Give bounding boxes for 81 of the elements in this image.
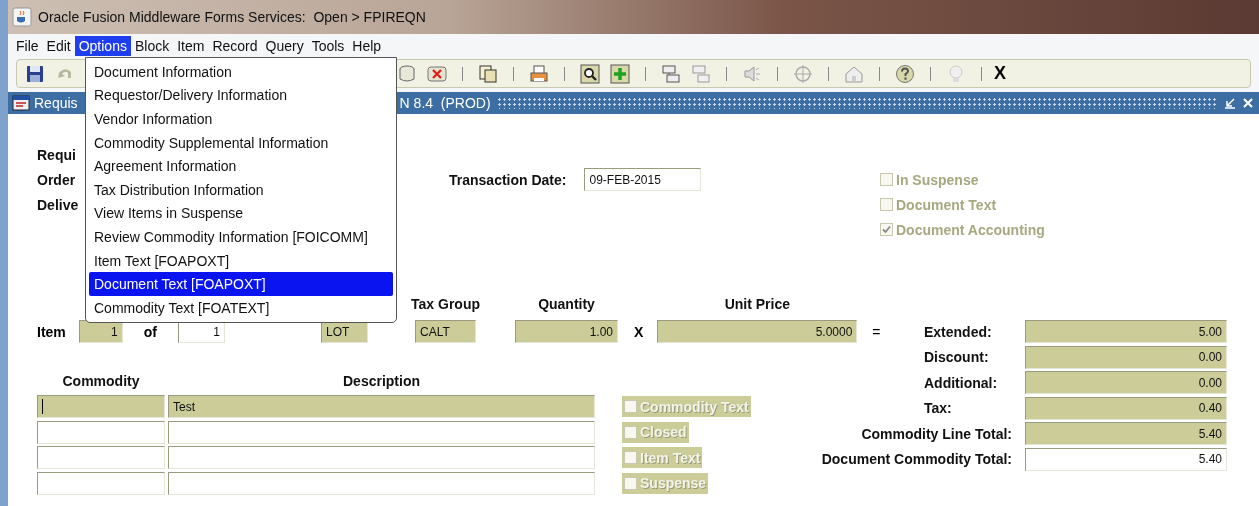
total-label: Tax:	[924, 399, 953, 418]
column-header: Tax Group	[411, 296, 480, 314]
total-field[interactable]: 0.00	[1025, 345, 1227, 369]
commodity-field[interactable]	[37, 420, 165, 444]
window-title: Oracle Fusion Middleware Forms Services: Open > FPIREQN	[38, 9, 426, 25]
blocks-icon[interactable]	[660, 62, 682, 85]
total-field[interactable]: 5.40	[1025, 447, 1227, 471]
menu-option[interactable]: Item Text [FOAPOXT]	[89, 248, 393, 273]
menu-option[interactable]: View Items in Suspense	[89, 201, 393, 226]
menu-item[interactable]: Options	[74, 35, 131, 56]
column-header: Commodity	[61, 372, 141, 391]
magnifier-icon[interactable]	[579, 62, 601, 85]
documents-icon[interactable]	[477, 62, 499, 85]
menu-option[interactable]: Document Text [FOAPOXT]	[89, 272, 393, 296]
commodity-field[interactable]	[37, 446, 165, 469]
unit-price-field[interactable]: 5.0000	[657, 320, 858, 343]
check-box-icon	[624, 400, 637, 413]
menu-item[interactable]: Edit	[42, 35, 75, 56]
menu-option[interactable]: Vendor Information	[89, 107, 393, 131]
total-label: Document Commodity Total:	[821, 450, 1012, 469]
minimize-icon[interactable]	[1223, 96, 1237, 110]
column-header: Description	[342, 372, 421, 391]
help-icon[interactable]	[894, 62, 916, 85]
menu-option[interactable]: Tax Distribution Information	[89, 177, 393, 202]
total-field[interactable]: 5.00	[1025, 320, 1227, 343]
menu-item[interactable]: Record	[208, 35, 262, 56]
field-label: Order	[37, 171, 76, 188]
total-label: Discount:	[924, 348, 990, 367]
menu-option[interactable]: Commodity Text [FOATEXT]	[89, 295, 393, 320]
exit-button[interactable]: X	[992, 63, 1008, 84]
times-sign: X	[634, 322, 644, 342]
menu-option[interactable]: Requestor/Delivery Information	[89, 83, 393, 108]
check-box-icon	[624, 476, 637, 490]
description-field[interactable]	[168, 446, 595, 469]
menu-item[interactable]: Help	[348, 35, 386, 56]
tax-group-field[interactable]: CALT	[415, 320, 476, 343]
menu-option[interactable]: Review Commodity Information [FOICOMM]	[89, 225, 393, 249]
database-icon[interactable]	[396, 62, 418, 85]
menu-item[interactable]: Query	[261, 35, 308, 56]
description-field[interactable]	[168, 471, 595, 495]
commodity-field[interactable]	[37, 395, 165, 418]
menu-option[interactable]: Agreement Information	[89, 154, 393, 178]
column-header: Quantity	[538, 296, 595, 314]
blocks-outline-icon[interactable]	[690, 62, 712, 85]
menu-option[interactable]: Commodity Supplemental Information	[89, 130, 393, 155]
form-title: Requis	[34, 95, 78, 111]
total-field[interactable]: 0.40	[1025, 396, 1227, 420]
menu-item[interactable]: Item	[173, 35, 209, 56]
check-box-icon	[624, 425, 637, 439]
field-label: Item	[37, 322, 66, 342]
total-field[interactable]: 0.00	[1025, 371, 1227, 394]
date-field[interactable]: 09-FEB-2015	[584, 168, 702, 191]
check-box-icon	[880, 198, 893, 211]
field-label: of	[143, 322, 157, 342]
plus-icon[interactable]	[609, 62, 631, 85]
coffee-cup-icon	[12, 7, 32, 27]
total-label: Commodity Line Total:	[861, 424, 1012, 444]
column-header: Unit Price	[724, 296, 791, 314]
check-box-icon	[880, 173, 893, 186]
total-field[interactable]: 5.40	[1025, 422, 1227, 445]
menu-item[interactable]: Block	[130, 35, 174, 56]
menu-item[interactable]: File	[12, 35, 43, 56]
form-window-icon	[12, 94, 30, 112]
field-label: Delive	[37, 196, 79, 213]
field-label: Requi	[37, 146, 76, 163]
close-icon[interactable]	[1241, 96, 1255, 110]
commodity-field[interactable]	[37, 471, 165, 495]
menu-item[interactable]: Tools	[307, 35, 349, 56]
check-box-icon	[624, 451, 637, 464]
check-box-icon	[880, 223, 893, 236]
total-label: Extended:	[924, 322, 993, 342]
quantity-field[interactable]: 1.00	[515, 320, 618, 343]
menu-option[interactable]: Document Information	[89, 60, 393, 84]
description-field[interactable]	[168, 420, 595, 444]
field-label: Transaction Date:	[449, 171, 567, 188]
equals-sign: =	[872, 322, 881, 342]
crosshair-icon[interactable]	[792, 62, 814, 85]
total-label: Additional:	[924, 373, 999, 393]
printer-icon[interactable]	[528, 62, 550, 85]
form-title: N 8.4 (PROD)	[399, 95, 491, 111]
description-field[interactable]: Test	[168, 395, 595, 418]
